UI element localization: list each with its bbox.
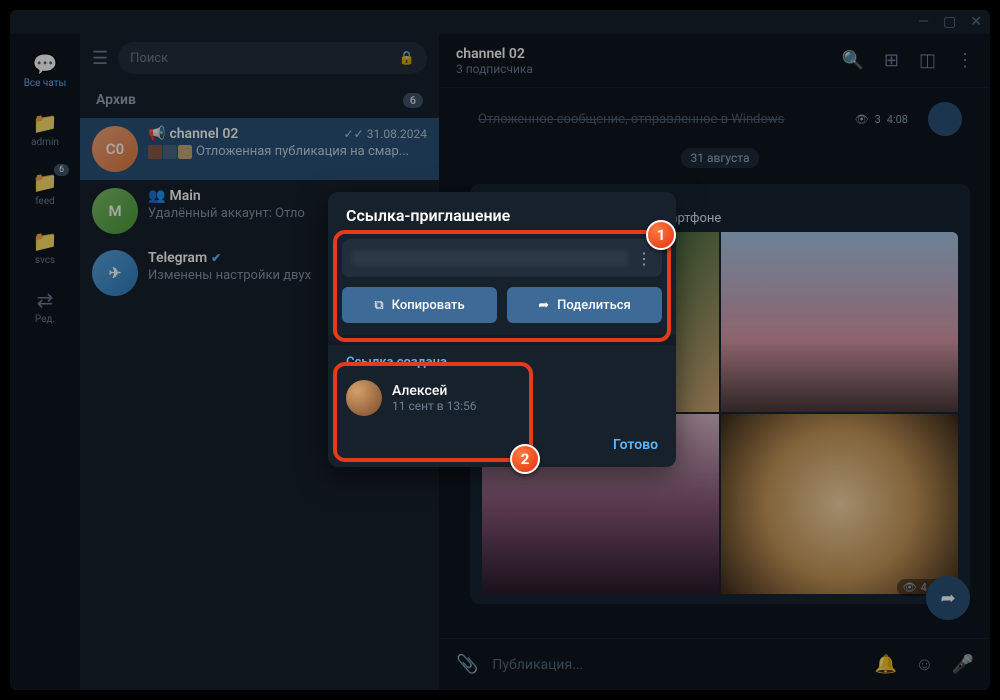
share-icon: ➦ [538, 298, 549, 313]
invite-link-field[interactable]: ⋮ [342, 239, 662, 277]
copy-button[interactable]: ⧉Копировать [342, 287, 497, 323]
done-button[interactable]: Готово [613, 437, 658, 453]
creator-row[interactable]: Алексей 11 сент в 13:56 [328, 376, 676, 428]
creator-name: Алексей [392, 383, 477, 399]
creator-time: 11 сент в 13:56 [392, 399, 477, 413]
link-value-blurred [352, 250, 628, 266]
avatar [346, 380, 382, 416]
link-menu-icon[interactable]: ⋮ [636, 249, 652, 268]
modal-title: Ссылка-приглашение [328, 206, 676, 235]
share-button[interactable]: ➦Поделиться [507, 287, 662, 323]
copy-icon: ⧉ [374, 298, 383, 313]
invite-link-modal: Ссылка-приглашение ⋮ ⧉Копировать ➦Подели… [328, 192, 676, 467]
link-created-label: Ссылка создана [328, 345, 676, 376]
